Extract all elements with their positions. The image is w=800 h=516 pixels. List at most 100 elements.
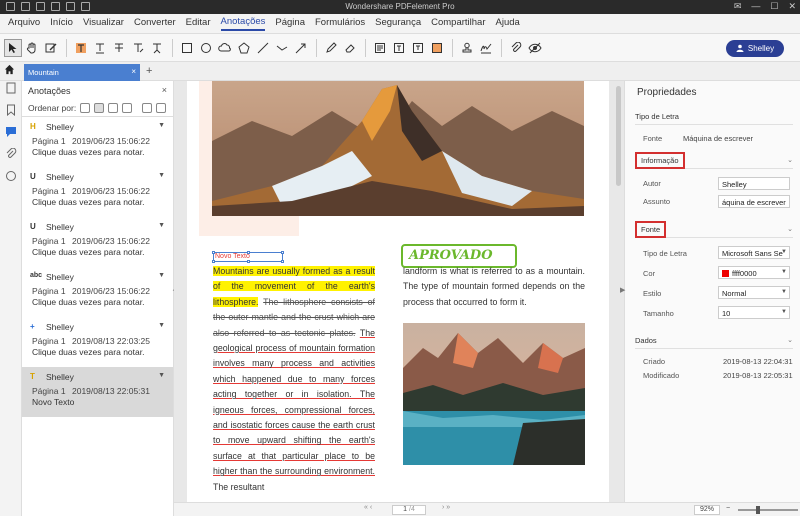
panel-close-icon[interactable]: ×	[162, 85, 167, 95]
author-field[interactable]: Shelley	[718, 177, 790, 190]
menu-pagina[interactable]: Página	[275, 17, 305, 30]
area-highlight-icon[interactable]	[428, 39, 446, 57]
text-callout-icon[interactable]	[409, 39, 427, 57]
export-comments-icon[interactable]	[156, 102, 167, 113]
add-tab-icon[interactable]: +	[146, 65, 152, 77]
line-icon[interactable]	[254, 39, 272, 57]
tab-close-icon[interactable]: ×	[131, 67, 136, 76]
sort-by-time-icon[interactable]	[94, 102, 105, 113]
sort-by-type-icon[interactable]	[122, 102, 133, 113]
insert-text-icon[interactable]	[148, 39, 166, 57]
thumbnails-icon[interactable]	[0, 81, 22, 103]
edit-annotation-icon[interactable]	[42, 39, 60, 57]
minimize-button[interactable]: —	[751, 1, 760, 12]
vertical-scrollbar[interactable]	[616, 86, 621, 186]
tab-mountain[interactable]: Mountain ×	[24, 64, 140, 81]
signature-icon[interactable]	[477, 39, 495, 57]
new-text-annotation[interactable]: Novo Texto	[212, 251, 284, 263]
chevron-down-icon[interactable]: ▼	[158, 372, 165, 379]
highlight-icon[interactable]	[72, 39, 90, 57]
resize-handle[interactable]	[212, 251, 215, 254]
replace-text-icon[interactable]	[129, 39, 147, 57]
user-account-button[interactable]: Shelley	[726, 40, 784, 57]
hide-annotations-icon[interactable]	[526, 39, 544, 57]
chevron-down-icon[interactable]: ⌄	[787, 222, 793, 238]
pencil-icon[interactable]	[322, 39, 340, 57]
eraser-icon[interactable]	[341, 39, 359, 57]
polyline-icon[interactable]	[273, 39, 291, 57]
underlined-text[interactable]: The geological process of mountain forma…	[213, 328, 375, 477]
annotation-item[interactable]: + Shelley ▼ Página 1 2019/08/13 22:03:25…	[22, 317, 173, 367]
document-viewport[interactable]: Novo Texto Mountains are usually formed …	[174, 81, 624, 502]
maximize-button[interactable]: ☐	[770, 1, 778, 12]
annotation-item[interactable]: U Shelley ▼ Página 1 2019/06/23 15:06:22…	[22, 167, 173, 217]
chevron-down-icon[interactable]: ▼	[158, 172, 165, 179]
arrow-icon[interactable]	[292, 39, 310, 57]
page-number-input[interactable]: 1 /4	[392, 505, 426, 515]
rectangle-icon[interactable]	[178, 39, 196, 57]
subject-field[interactable]: áquina de escrever	[718, 195, 790, 208]
polygon-icon[interactable]	[235, 39, 253, 57]
sort-by-author-icon[interactable]	[108, 102, 119, 113]
page-nav-next-icon[interactable]: › »	[442, 504, 450, 511]
menu-anotacoes[interactable]: Anotações	[220, 16, 266, 31]
resize-handle[interactable]	[247, 251, 250, 254]
resize-handle[interactable]	[281, 260, 284, 263]
style-select[interactable]: Normal ▼	[718, 286, 790, 299]
bookmarks-icon[interactable]	[0, 103, 22, 125]
section-data[interactable]: Dados ⌄	[635, 333, 793, 349]
menu-visualizar[interactable]: Visualizar	[83, 17, 124, 30]
chevron-down-icon[interactable]: ▼	[158, 322, 165, 329]
page-nav-prev-icon[interactable]: « ‹	[364, 504, 372, 511]
zoom-out-icon[interactable]: −	[726, 505, 730, 512]
close-button[interactable]: ✕	[788, 1, 796, 12]
menu-editar[interactable]: Editar	[186, 17, 211, 30]
menu-converter[interactable]: Converter	[134, 17, 176, 30]
underline-icon[interactable]	[91, 39, 109, 57]
menu-inicio[interactable]: Início	[50, 17, 73, 30]
cloud-icon[interactable]	[216, 39, 234, 57]
section-font-type[interactable]: Tipo de Letra	[635, 109, 793, 125]
zoom-slider-track[interactable]	[738, 509, 798, 511]
attachments-panel-icon[interactable]	[0, 147, 22, 169]
stamp-icon[interactable]	[458, 39, 476, 57]
chevron-down-icon[interactable]: ▼	[158, 222, 165, 229]
text-box-icon[interactable]	[390, 39, 408, 57]
annotation-item[interactable]: U Shelley ▼ Página 1 2019/06/23 15:06:22…	[22, 217, 173, 267]
chevron-down-icon[interactable]: ⌄	[787, 153, 793, 169]
chevron-down-icon[interactable]: ▼	[158, 122, 165, 129]
select-tool-icon[interactable]	[4, 38, 22, 57]
import-comments-icon[interactable]	[142, 102, 153, 113]
resize-handle[interactable]	[212, 260, 215, 263]
menu-formularios[interactable]: Formulários	[315, 17, 365, 30]
annotation-item[interactable]: abc Shelley ▼ Página 1 2019/06/23 15:06:…	[22, 267, 173, 317]
section-font[interactable]: Fonte ⌄	[635, 221, 793, 238]
collapse-right-panel-icon[interactable]: ▶	[620, 286, 625, 294]
chevron-down-icon[interactable]: ▼	[158, 272, 165, 279]
strikethrough-icon[interactable]	[110, 39, 128, 57]
sort-by-page-icon[interactable]	[80, 102, 91, 113]
mail-icon[interactable]: ✉	[734, 1, 742, 12]
menu-compartilhar[interactable]: Compartilhar	[431, 17, 485, 30]
menu-seguranca[interactable]: Segurança	[375, 17, 421, 30]
hand-tool-icon[interactable]	[23, 39, 41, 57]
annotation-item[interactable]: T Shelley ▼ Página 1 2019/08/13 22:05:31…	[22, 367, 173, 417]
search-panel-icon[interactable]	[0, 169, 22, 191]
section-information[interactable]: Informação ⌄	[635, 152, 793, 169]
zoom-level-input[interactable]: 92%	[694, 505, 720, 515]
menu-arquivo[interactable]: Arquivo	[8, 17, 40, 30]
size-select[interactable]: 10 ▼	[718, 306, 790, 319]
comments-icon[interactable]	[0, 125, 22, 147]
oval-icon[interactable]	[197, 39, 215, 57]
color-select[interactable]: ffff0000 ▼	[718, 266, 790, 279]
annotation-item[interactable]: H Shelley ▼ Página 1 2019/06/23 15:06:22…	[22, 117, 173, 167]
typeface-select[interactable]: Microsoft Sans Se ▼	[718, 246, 790, 259]
attachment-icon[interactable]	[507, 39, 525, 57]
chevron-down-icon[interactable]: ⌄	[787, 333, 793, 349]
sticky-note-icon[interactable]	[371, 39, 389, 57]
resize-handle[interactable]	[247, 260, 250, 263]
resize-handle[interactable]	[281, 251, 284, 254]
home-icon[interactable]	[4, 64, 20, 80]
zoom-slider-handle[interactable]	[756, 506, 760, 514]
menu-ajuda[interactable]: Ajuda	[496, 17, 520, 30]
